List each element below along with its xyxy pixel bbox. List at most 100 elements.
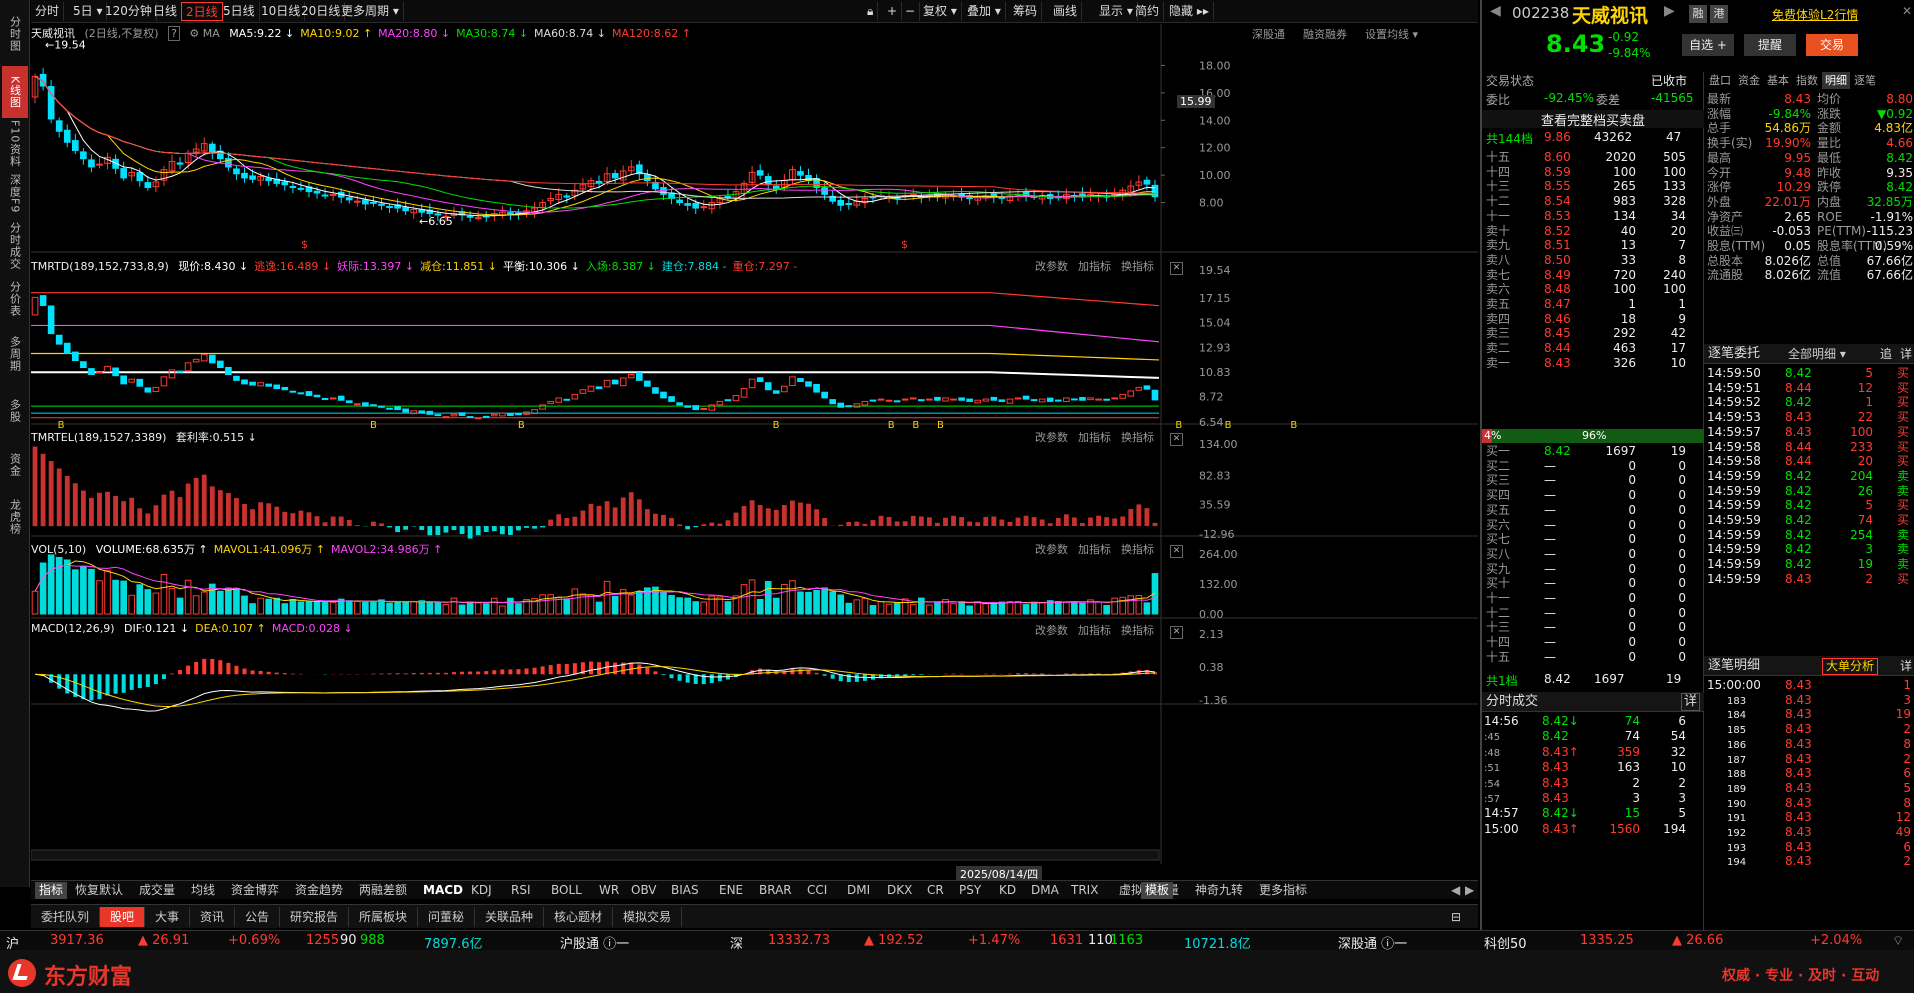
buy-row[interactable]: 买六 — 0 0 bbox=[1486, 518, 1706, 533]
nav-item-5[interactable]: 分价表 bbox=[2, 274, 28, 324]
indicator-tab-16[interactable]: CCI bbox=[807, 882, 827, 899]
sell-row[interactable]: 十四 8.59 100 100 bbox=[1486, 165, 1706, 180]
orders-filter[interactable]: 全部明细 ▾ bbox=[1788, 344, 1846, 364]
news-tab-5[interactable]: 研究报告 bbox=[280, 907, 350, 927]
sell-row[interactable]: 卖十 8.52 40 20 bbox=[1486, 224, 1706, 239]
nav-item-2[interactable]: F10资料 bbox=[2, 120, 28, 168]
buy-row[interactable]: 买九 — 0 0 bbox=[1486, 562, 1706, 577]
indicator-tab-26[interactable]: 更多指标 bbox=[1259, 882, 1307, 899]
indicator-tab-22[interactable]: DMA bbox=[1031, 882, 1059, 899]
period-tab-5[interactable]: 5日线 bbox=[219, 2, 260, 21]
buy-row[interactable]: 十三 — 0 0 bbox=[1486, 620, 1706, 635]
expand-icon[interactable]: ⊟ bbox=[1451, 907, 1461, 927]
quote-tab-1[interactable]: 资金 bbox=[1735, 72, 1763, 89]
indicator-tab-10[interactable]: BOLL bbox=[551, 882, 582, 899]
panel-tool-2[interactable]: 换指标 bbox=[1121, 543, 1154, 556]
buy-row[interactable]: 买八 — 0 0 bbox=[1486, 547, 1706, 562]
indicator-tab-12[interactable]: OBV bbox=[631, 882, 657, 899]
indicator-tab-5[interactable]: 资金趋势 bbox=[295, 882, 343, 899]
indicator-tab-27[interactable]: 模板 bbox=[1141, 882, 1174, 899]
panel-close-icon[interactable]: ✕ bbox=[1170, 545, 1183, 558]
chart-link-1[interactable]: 融资融券 bbox=[1303, 28, 1347, 41]
indicator-tab-17[interactable]: DMI bbox=[847, 882, 870, 899]
indicator-tab-9[interactable]: RSI bbox=[511, 882, 531, 899]
toolbar-btn-5[interactable]: 简约 bbox=[1131, 2, 1165, 21]
indicator-tab-23[interactable]: TRIX bbox=[1071, 882, 1098, 899]
toolbar-btn-6[interactable]: 隐藏 ▸▸ bbox=[1165, 2, 1214, 21]
indicator-tab-6[interactable]: 两融差额 bbox=[359, 882, 407, 899]
big-order-button[interactable]: 大单分析 bbox=[1822, 658, 1879, 675]
buy-row[interactable]: 十二 — 0 0 bbox=[1486, 606, 1706, 621]
indicator-tab-1[interactable]: 恢复默认 bbox=[75, 882, 123, 899]
chart-link-2[interactable]: 设置均线 ▾ bbox=[1365, 28, 1418, 41]
panel-tool-2[interactable]: 换指标 bbox=[1121, 431, 1154, 444]
indicator-tab-0[interactable]: 指标 bbox=[35, 882, 68, 899]
indicator-tab-7[interactable]: MACD bbox=[423, 882, 463, 899]
nav-item-3[interactable]: 深度F9 bbox=[2, 170, 28, 218]
zoom-out-icon[interactable]: − bbox=[901, 2, 921, 21]
alert-button[interactable]: 提醒 bbox=[1744, 34, 1796, 56]
panel-tool-1[interactable]: 加指标 bbox=[1078, 431, 1111, 444]
panel-tool-0[interactable]: 改参数 bbox=[1035, 624, 1068, 637]
indicator-tab-18[interactable]: DKX bbox=[887, 882, 912, 899]
close-icon[interactable]: ✕ bbox=[1902, 4, 1912, 18]
toolbar-btn-0[interactable]: 复权 ▾ bbox=[919, 2, 962, 21]
orders-chase[interactable]: 追 bbox=[1880, 344, 1892, 364]
quote-tab-4[interactable]: 明细 bbox=[1822, 72, 1850, 89]
settings-icon[interactable]: ⚙ MA bbox=[189, 27, 219, 40]
sell-row[interactable]: 卖三 8.45 292 42 bbox=[1486, 326, 1706, 341]
quote-tab-3[interactable]: 指数 bbox=[1793, 72, 1821, 89]
next-stock-icon[interactable]: ▶ bbox=[1664, 3, 1675, 19]
sell-row[interactable]: 卖二 8.44 463 17 bbox=[1486, 341, 1706, 356]
buy-row[interactable]: 买三 — 0 0 bbox=[1486, 473, 1706, 488]
indicator-tab-13[interactable]: BIAS bbox=[671, 882, 699, 899]
indicator-tab-20[interactable]: PSY bbox=[959, 882, 981, 899]
period-tab-0[interactable]: 分时 bbox=[31, 2, 65, 21]
nav-item-8[interactable]: 资金 bbox=[2, 440, 28, 490]
prev-indicator-icon[interactable]: ◀ bbox=[1451, 882, 1460, 899]
indicator-tab-2[interactable]: 成交量 bbox=[139, 882, 175, 899]
buy-row[interactable]: 买十 — 0 0 bbox=[1486, 576, 1706, 591]
orders-detail[interactable]: 详 bbox=[1900, 344, 1912, 364]
toolbar-btn-1[interactable]: 叠加 ▾ bbox=[963, 2, 1006, 21]
trade-button[interactable]: 交易 bbox=[1806, 34, 1858, 56]
panel-tool-0[interactable]: 改参数 bbox=[1035, 431, 1068, 444]
buy-row[interactable]: 买五 — 0 0 bbox=[1486, 503, 1706, 518]
news-tab-10[interactable]: 模拟交易 bbox=[613, 907, 683, 927]
detail-act[interactable]: 详 bbox=[1900, 656, 1912, 676]
panel-tool-0[interactable]: 改参数 bbox=[1035, 260, 1068, 273]
indicator-tab-3[interactable]: 均线 bbox=[191, 882, 215, 899]
nav-item-6[interactable]: 多周期 bbox=[2, 326, 28, 382]
panel-tool-1[interactable]: 加指标 bbox=[1078, 260, 1111, 273]
news-tab-6[interactable]: 所属板块 bbox=[349, 907, 419, 927]
toolbar-btn-3[interactable]: 画线 bbox=[1049, 2, 1083, 21]
period-tab-3[interactable]: 日线 bbox=[149, 2, 183, 21]
panel-close-icon[interactable]: ✕ bbox=[1170, 433, 1183, 446]
nav-item-9[interactable]: 龙虎榜 bbox=[2, 492, 28, 542]
nav-item-7[interactable]: 多股 bbox=[2, 384, 28, 438]
indicator-tab-11[interactable]: WR bbox=[599, 882, 619, 899]
indicator-tab-4[interactable]: 资金博弈 bbox=[231, 882, 279, 899]
add-watchlist-button[interactable]: 自选 + bbox=[1682, 34, 1734, 56]
free-trial-link[interactable]: 免费体验L2行情 bbox=[1772, 6, 1858, 23]
quote-tab-5[interactable]: 逐笔 bbox=[1851, 72, 1879, 89]
panel-tool-2[interactable]: 换指标 bbox=[1121, 624, 1154, 637]
prev-stock-icon[interactable]: ◀ bbox=[1490, 3, 1501, 19]
news-tab-1[interactable]: 股吧 bbox=[100, 907, 146, 927]
sell-row[interactable]: 卖七 8.49 720 240 bbox=[1486, 268, 1706, 283]
lock-icon[interactable]: 🔒︎ bbox=[863, 2, 879, 21]
sell-row[interactable]: 十三 8.55 265 133 bbox=[1486, 179, 1706, 194]
news-tab-8[interactable]: 关联品种 bbox=[475, 907, 545, 927]
sell-row[interactable]: 卖六 8.48 100 100 bbox=[1486, 282, 1706, 297]
news-tab-0[interactable]: 委托队列 bbox=[31, 907, 101, 927]
indicator-tab-25[interactable]: 神奇九转 bbox=[1195, 882, 1243, 899]
buy-row[interactable]: 买一 8.42 1697 19 bbox=[1486, 444, 1706, 459]
full-queue-link[interactable]: 查看完整档买卖盘 bbox=[1482, 110, 1704, 129]
nav-item-0[interactable]: 分时图 bbox=[2, 4, 28, 64]
next-indicator-icon[interactable]: ▶ bbox=[1465, 882, 1474, 899]
news-tab-9[interactable]: 核心题材 bbox=[544, 907, 614, 927]
sell-row[interactable]: 十一 8.53 134 34 bbox=[1486, 209, 1706, 224]
panel-tool-1[interactable]: 加指标 bbox=[1078, 624, 1111, 637]
panel-tool-0[interactable]: 改参数 bbox=[1035, 543, 1068, 556]
sell-row[interactable]: 卖一 8.43 326 10 bbox=[1486, 356, 1706, 371]
